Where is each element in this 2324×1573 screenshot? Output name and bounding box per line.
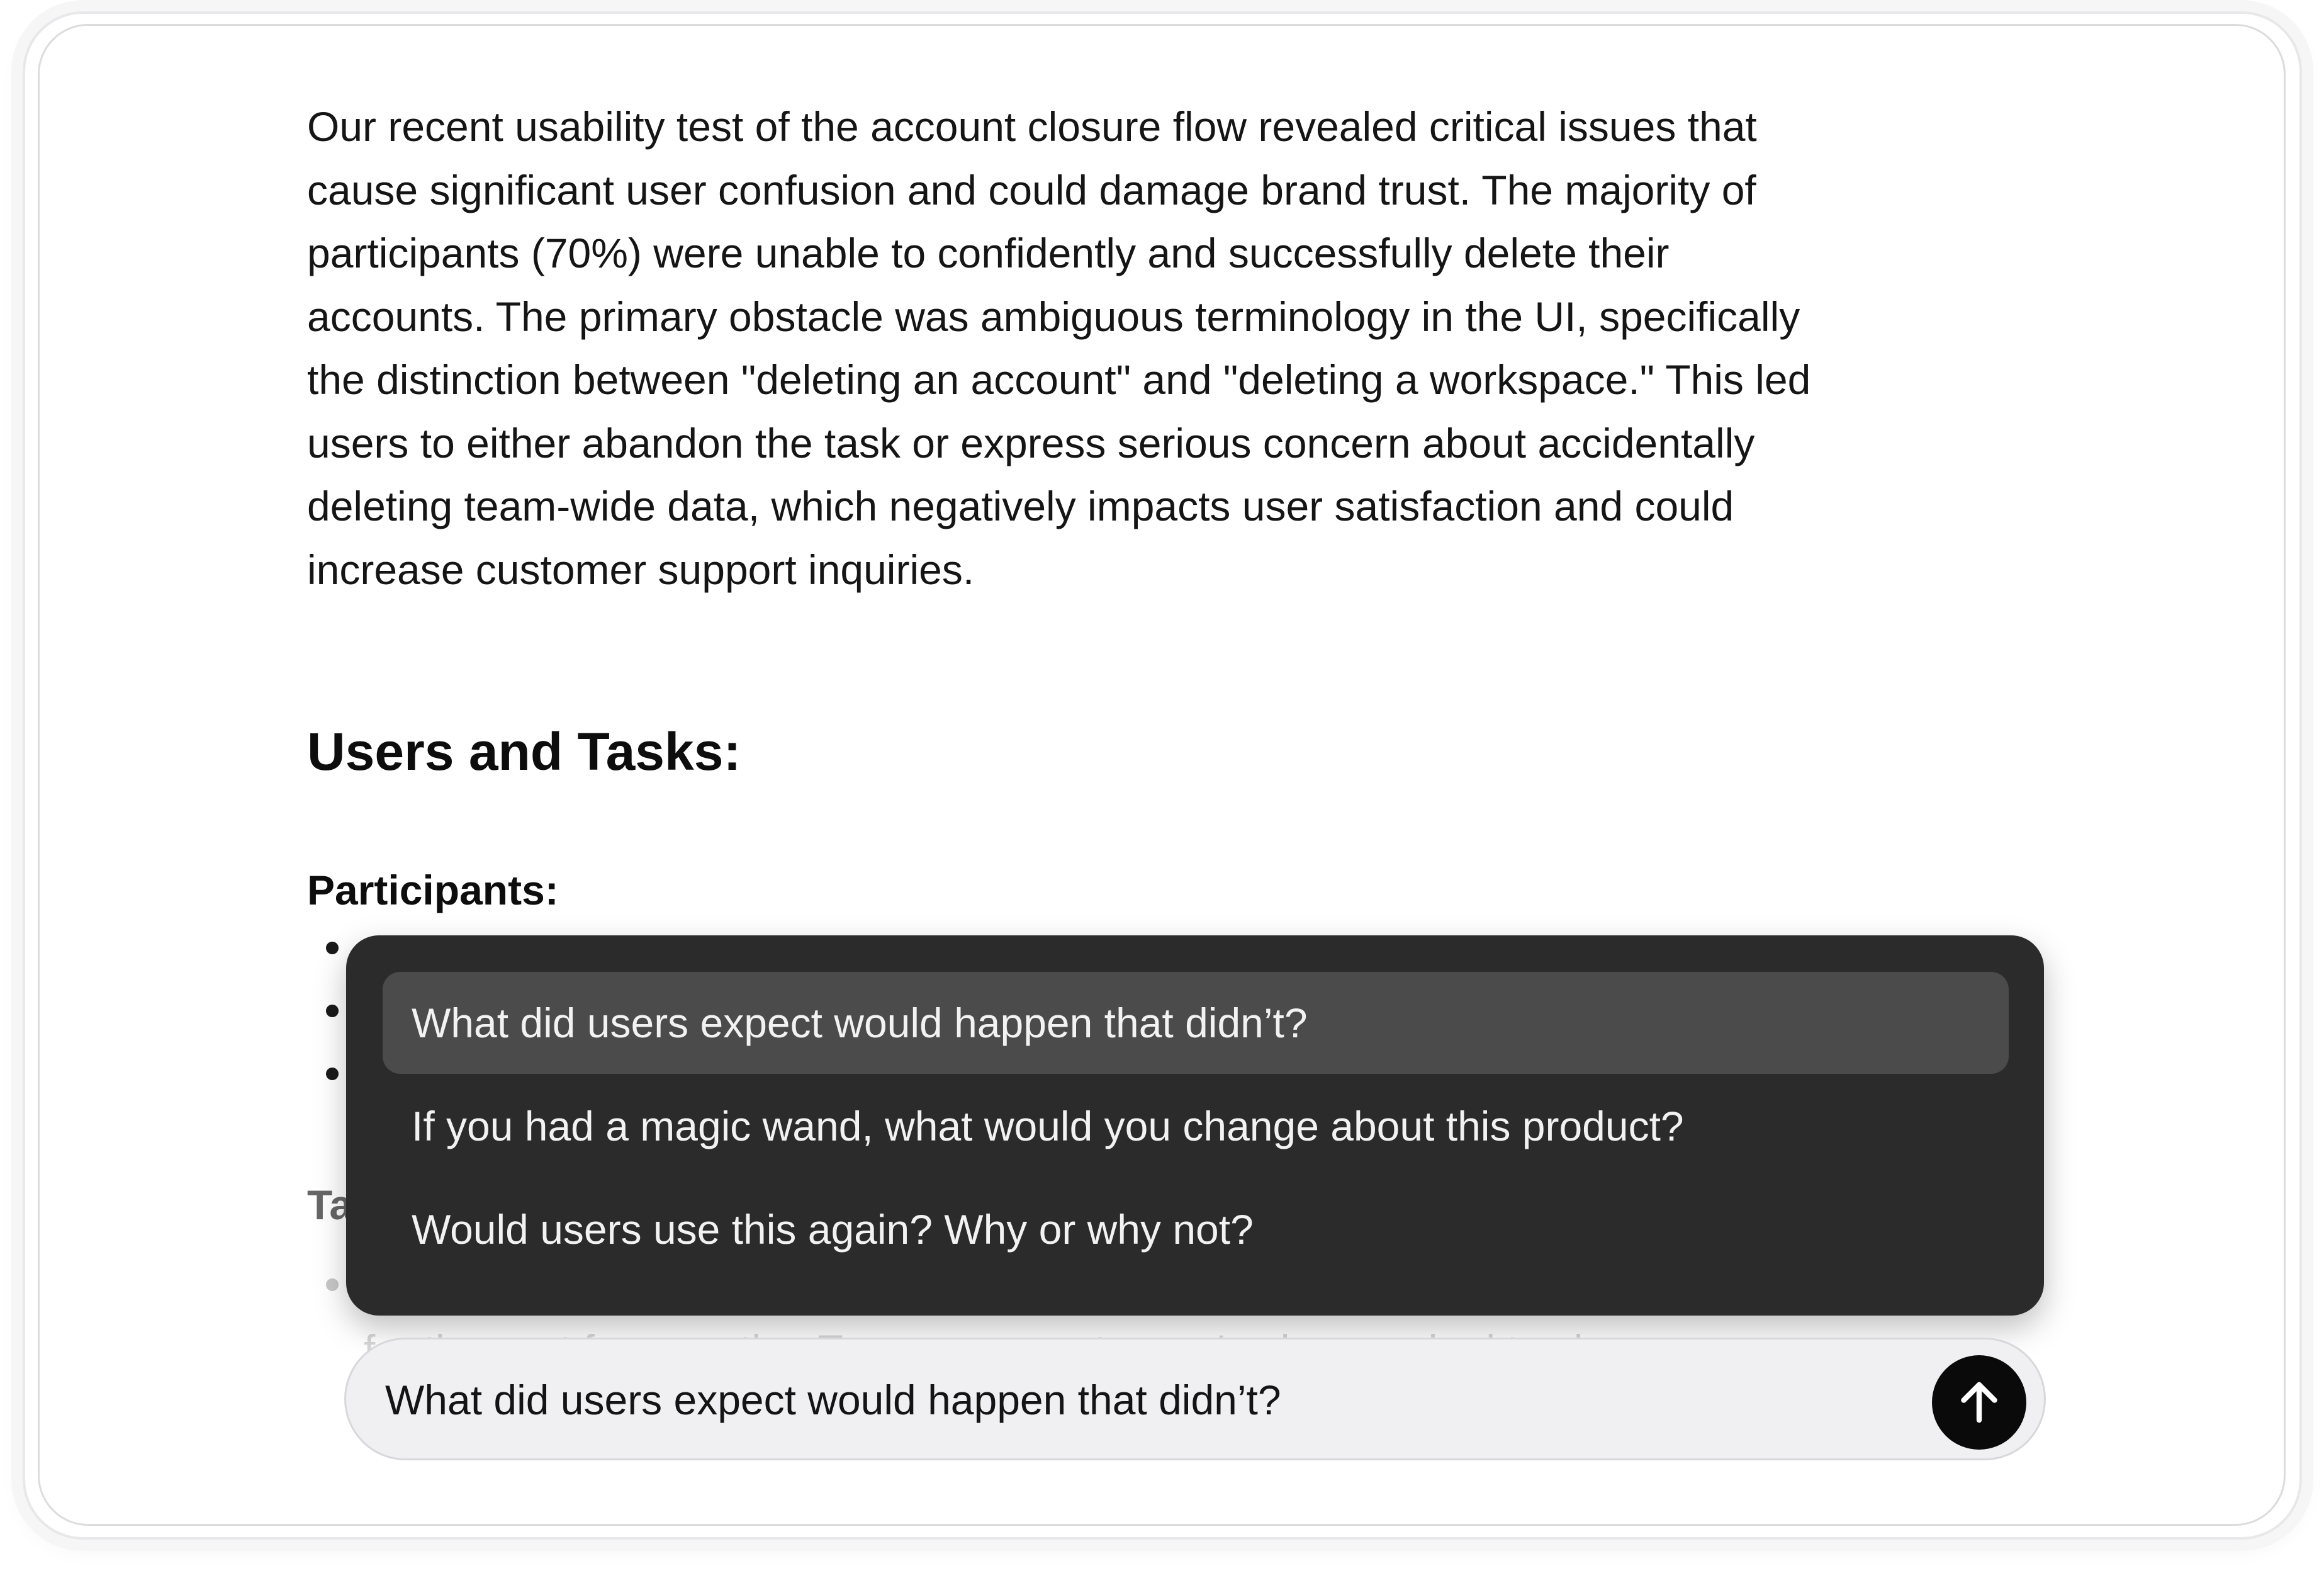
send-button[interactable] xyxy=(1932,1355,2026,1450)
list-bullet xyxy=(326,1068,339,1080)
list-bullet xyxy=(326,942,339,954)
summary-paragraph: Our recent usability test of the account… xyxy=(307,103,1811,593)
chat-input-bar xyxy=(344,1338,2046,1460)
suggestion-option[interactable]: If you had a magic wand, what would you … xyxy=(383,1075,2009,1177)
list-bullet xyxy=(326,1005,339,1017)
suggestion-option[interactable]: What did users expect would happen that … xyxy=(383,972,2009,1074)
participants-label: Participants: xyxy=(307,867,559,913)
list-bullet xyxy=(326,1278,339,1291)
arrow-up-icon xyxy=(1961,1382,1997,1423)
section-heading: Users and Tasks: xyxy=(307,722,741,781)
suggestions-dropdown: What did users expect would happen that … xyxy=(346,935,2044,1316)
chat-input-field[interactable] xyxy=(384,1339,1897,1460)
suggestion-option[interactable]: Would users use this again? Why or why n… xyxy=(383,1178,2009,1280)
